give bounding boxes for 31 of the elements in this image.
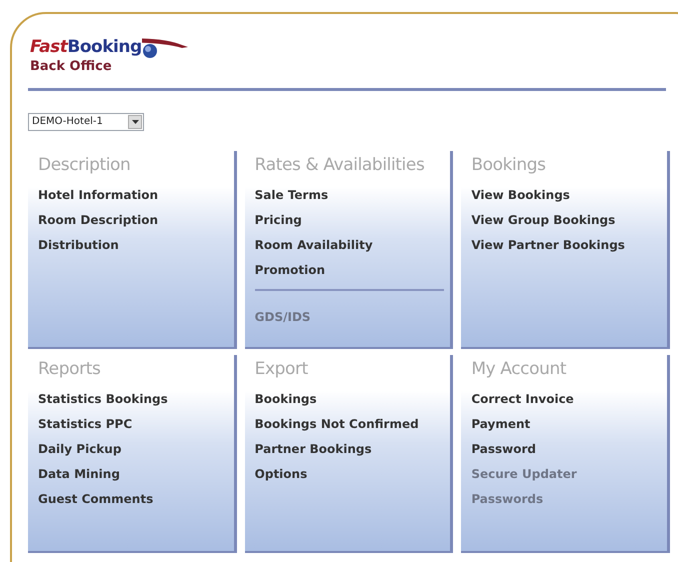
- menu-link[interactable]: View Bookings: [471, 182, 570, 208]
- menu-link[interactable]: Statistics PPC: [38, 412, 132, 436]
- menu-link[interactable]: Data Mining: [38, 462, 120, 486]
- menu-link[interactable]: Daily Pickup: [38, 436, 122, 462]
- menu-link[interactable]: Password: [471, 436, 536, 462]
- panel-title: Description: [38, 154, 132, 177]
- logo-text: FastBooking: [30, 39, 142, 56]
- menu-link[interactable]: Hotel Information: [38, 182, 158, 208]
- menu-link[interactable]: Room Description: [38, 208, 158, 232]
- menu-link[interactable]: Bookings: [254, 386, 317, 412]
- panel-title: Bookings: [471, 154, 547, 177]
- menu-link[interactable]: Statistics Bookings: [38, 386, 168, 412]
- menu-link[interactable]: Promotion: [254, 258, 325, 282]
- menu-link[interactable]: Sale Terms: [254, 182, 328, 208]
- menu-link[interactable]: View Partner Bookings: [471, 232, 625, 258]
- hotel-select[interactable]: DEMO-Hotel-1: [28, 112, 144, 130]
- menu-link[interactable]: Bookings Not Confirmed: [254, 412, 419, 436]
- menu-link[interactable]: View Group Bookings: [471, 208, 616, 232]
- menu-link[interactable]: Correct Invoice: [471, 386, 574, 412]
- panel-title: Reports: [38, 358, 102, 381]
- panel-title: Export: [254, 358, 309, 381]
- menu-link[interactable]: Partner Bookings: [254, 436, 372, 462]
- logo-subtitle: Back Office: [30, 58, 113, 76]
- panel-title: Rates & Availabilities: [254, 154, 426, 177]
- menu-link[interactable]: Options: [254, 462, 308, 486]
- menu-link[interactable]: Payment: [471, 412, 530, 436]
- menu-link[interactable]: Distribution: [38, 232, 119, 258]
- menu-link[interactable]: Guest Comments: [38, 486, 154, 512]
- panel-title: My Account: [471, 358, 568, 381]
- menu-link[interactable]: Room Availability: [254, 232, 373, 258]
- menu-link[interactable]: Pricing: [254, 208, 302, 232]
